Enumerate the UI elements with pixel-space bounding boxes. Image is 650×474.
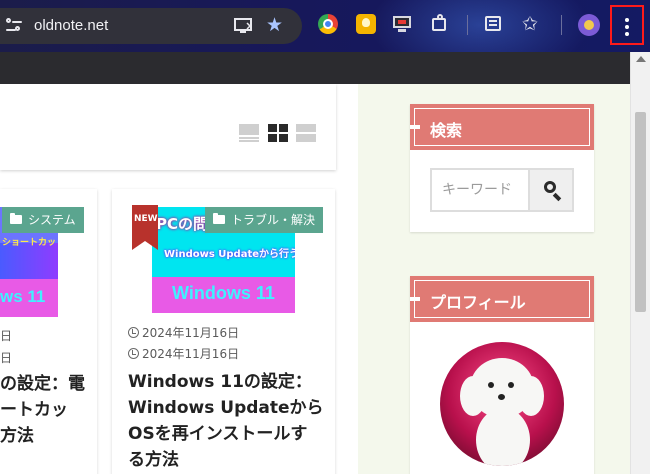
page-scrollbar[interactable]: [630, 52, 650, 474]
site-info-icon[interactable]: [6, 18, 22, 34]
grid-view-icon[interactable]: [268, 124, 288, 142]
address-bar[interactable]: oldnote.net ★: [0, 8, 302, 44]
cast-icon[interactable]: [234, 17, 252, 35]
profile-avatar-icon[interactable]: [578, 14, 600, 36]
search-input[interactable]: [432, 170, 528, 210]
profile-widget: プロフィール: [410, 276, 594, 474]
extensions-puzzle-icon[interactable]: [430, 14, 450, 34]
update-date-row: 2024年11月16日: [128, 345, 239, 362]
search-widget: 検索: [410, 104, 594, 232]
article-card[interactable]: ショートカット ws 11 システム 日 日 の設定：電 ートカッ 方法: [0, 189, 97, 474]
wide-view-icon[interactable]: [296, 124, 316, 142]
widget-header: 検索: [410, 104, 594, 150]
list-view-icon[interactable]: [239, 124, 259, 142]
toolbar-divider: [467, 15, 468, 35]
widget-title: プロフィール: [430, 293, 526, 312]
url-text[interactable]: oldnote.net: [34, 17, 108, 34]
header-bar-icon: [410, 125, 420, 129]
reading-list-icon[interactable]: [484, 14, 504, 34]
update-date: 2024年11月16日: [142, 347, 240, 361]
thumbnail-text: PCの問: [156, 215, 209, 233]
web-page: ショートカット ws 11 システム 日 日 の設定：電 ートカッ 方法 PCの…: [0, 84, 630, 474]
chrome-extension-icon[interactable]: [318, 14, 338, 34]
history-icon: [128, 348, 139, 359]
publish-date-row: 2024年11月16日: [128, 324, 239, 341]
folder-icon: [213, 213, 225, 224]
category-tag[interactable]: トラブル・解決: [205, 207, 324, 233]
bulb-extension-icon[interactable]: [356, 14, 376, 34]
thumbnail-text: Windows 11: [172, 283, 275, 303]
menu-kebab-icon[interactable]: [610, 5, 644, 45]
update-date: 日: [0, 351, 13, 365]
view-toggle-bar: [0, 84, 336, 170]
search-form: [430, 168, 574, 212]
widget-header: プロフィール: [410, 276, 594, 322]
widget-title: 検索: [430, 121, 463, 140]
toolbar-divider: [561, 15, 562, 35]
bookmark-star-icon[interactable]: ★: [266, 14, 283, 36]
scrollbar-thumb[interactable]: [635, 112, 646, 312]
thumbnail-text: Windows Updateから行う: [164, 249, 295, 260]
thumbnail-text: ショートカット: [2, 238, 58, 248]
monitor-extension-icon[interactable]: [392, 14, 412, 34]
new-badge: NEW: [132, 205, 158, 250]
clock-icon: [128, 327, 139, 338]
article-title[interactable]: の設定：電 ートカッ 方法: [0, 371, 97, 449]
folder-icon: [10, 213, 22, 224]
article-card[interactable]: PCの問 Windows Updateから行う Windows 11 NEW ト…: [112, 189, 335, 474]
search-button[interactable]: [528, 170, 572, 210]
category-tag[interactable]: システム: [2, 207, 84, 233]
bookmarks-star-icon[interactable]: ✩: [522, 14, 542, 34]
search-icon: [544, 181, 556, 193]
category-label: システム: [28, 213, 76, 227]
scroll-up-arrow-icon[interactable]: [636, 56, 646, 62]
browser-toolbar: oldnote.net ★ ✩: [0, 0, 650, 52]
category-label: トラブル・解決: [231, 213, 316, 227]
profile-photo: [440, 342, 564, 466]
header-bar-icon: [410, 297, 420, 301]
publish-date: 日: [0, 329, 13, 343]
browser-tab-strip: [0, 52, 650, 84]
thumbnail-text: ws 11: [0, 287, 46, 306]
new-badge-label: NEW: [134, 214, 158, 224]
article-title[interactable]: Windows 11の設定： Windows Updateから OSを再インスト…: [128, 369, 328, 473]
publish-date: 2024年11月16日: [142, 326, 240, 340]
